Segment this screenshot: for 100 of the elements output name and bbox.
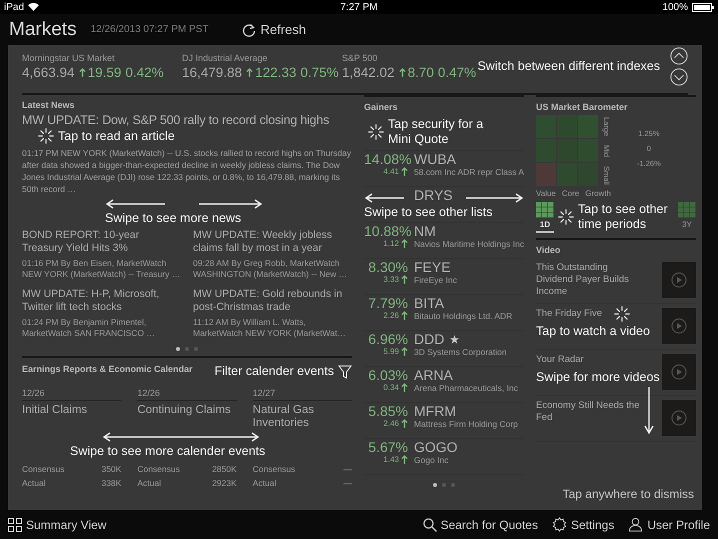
settings-button[interactable]: Settings bbox=[552, 517, 614, 532]
person-icon bbox=[628, 517, 644, 532]
ticker[interactable]: MFRM bbox=[414, 403, 456, 419]
video-title[interactable]: The Friday Five bbox=[536, 308, 602, 320]
hint-text: Swipe to see more news bbox=[105, 211, 242, 226]
video-title[interactable]: Your Radar bbox=[536, 354, 584, 366]
news-headline[interactable]: MW UPDATE: Dow, S&P 500 rally to record closing highs bbox=[22, 113, 352, 127]
consensus-label: Consensus bbox=[22, 464, 65, 474]
ticker[interactable]: NM bbox=[414, 223, 436, 239]
funnel-icon[interactable] bbox=[338, 364, 352, 378]
video-thumbnail[interactable] bbox=[662, 354, 696, 390]
up-arrow-icon bbox=[401, 383, 408, 392]
hint-text: Swipe for more videos bbox=[536, 370, 660, 385]
heatmap-cell[interactable] bbox=[557, 163, 577, 186]
up-arrow-icon bbox=[401, 167, 408, 176]
index-percent: 0.42% bbox=[125, 65, 164, 80]
right-arrow-icon bbox=[466, 193, 524, 203]
index-change: 122.33 bbox=[255, 65, 296, 80]
ticker[interactable]: GOGO bbox=[414, 439, 458, 455]
company-name: Gogo Inc bbox=[414, 455, 450, 465]
gain-change: 5.99 bbox=[383, 347, 399, 356]
style-label: Core bbox=[562, 189, 580, 198]
consensus-value: — bbox=[344, 464, 352, 474]
chevron-up-icon[interactable] bbox=[670, 47, 688, 65]
event-name[interactable]: Natural Gas Inventories bbox=[252, 404, 352, 432]
ticker[interactable]: FEYE bbox=[414, 259, 451, 275]
gain-percent: 6.03% bbox=[367, 367, 408, 383]
event-name[interactable]: Continuing Claims bbox=[137, 404, 237, 432]
news-headline[interactable]: MW UPDATE: Gold rebounds in post-Christmas trade bbox=[193, 288, 352, 314]
device-name: iPad bbox=[4, 2, 24, 12]
section-title: Earnings Reports & Economic Calendar bbox=[22, 364, 193, 374]
heatmap-cell[interactable] bbox=[536, 139, 556, 162]
video-thumbnail[interactable] bbox=[662, 262, 696, 298]
event-date: 12/26 bbox=[22, 386, 122, 401]
sparkle-icon bbox=[368, 124, 384, 140]
gain-change: 3.33 bbox=[383, 275, 399, 284]
gain-percent: 5.67% bbox=[367, 439, 408, 455]
search-button[interactable]: Search for Quotes bbox=[422, 517, 538, 532]
battery-icon bbox=[692, 2, 714, 12]
index-value: 4,663.94 bbox=[22, 65, 75, 80]
company-name: FireEye Inc bbox=[414, 275, 457, 285]
up-arrow-icon bbox=[401, 455, 408, 464]
actual-value: 2923K bbox=[212, 478, 237, 488]
event-name[interactable]: Initial Claims bbox=[22, 404, 122, 432]
summary-view-button[interactable]: Summary View bbox=[8, 518, 106, 532]
news-byline: 09:28 AM By Greg Robb, MarketWatch bbox=[193, 258, 341, 269]
video-thumbnail[interactable] bbox=[662, 308, 696, 344]
actual-label: Actual bbox=[252, 478, 276, 488]
news-summary: 01:17 PM NEW YORK (MarketWatch) -- U.S. stocks rallied to record highs on Thursday after data showed a bigger-than-expected decline in weekly jobless claims. The Dow Jones Industrial Average (DJI) rose 122.33 points, or 0.8%, to 16,479.88, marking its 50th record … bbox=[22, 147, 352, 195]
period-tab[interactable]: 3Y bbox=[678, 202, 696, 233]
up-arrow-icon bbox=[246, 68, 254, 77]
company-name: Arena Pharmaceuticals, Inc bbox=[414, 383, 518, 393]
page-dot[interactable] bbox=[433, 483, 437, 487]
hint-text: Switch between different indexes bbox=[477, 59, 660, 74]
page-dot[interactable] bbox=[176, 347, 180, 351]
app-title: Markets bbox=[9, 18, 77, 40]
gain-change: 2.46 bbox=[383, 419, 399, 428]
heatmap-cell[interactable] bbox=[557, 115, 577, 138]
actual-value: — bbox=[344, 478, 352, 488]
gain-change: 2.26 bbox=[383, 311, 399, 320]
heatmap-cell[interactable] bbox=[578, 139, 598, 162]
refresh-button[interactable]: Refresh bbox=[242, 22, 306, 37]
period-tab[interactable]: 1D bbox=[536, 202, 554, 233]
section-title: Latest News bbox=[22, 100, 75, 110]
up-arrow-icon bbox=[401, 239, 408, 248]
company-name: 3D Systems Corporation bbox=[414, 347, 507, 357]
heatmap-cell[interactable] bbox=[578, 115, 598, 138]
gain-change: 4.41 bbox=[383, 167, 399, 176]
up-arrow-icon bbox=[401, 311, 408, 320]
ticker[interactable]: DDD bbox=[414, 331, 444, 347]
section-title: US Market Barometer bbox=[536, 102, 628, 112]
right-arrow-icon bbox=[199, 199, 263, 209]
section-title: Gainers bbox=[364, 102, 398, 112]
gain-percent: 5.85% bbox=[367, 403, 408, 419]
news-headline[interactable]: BOND REPORT: 10-year Treasury Yield Hits 3% bbox=[22, 229, 181, 255]
news-snippet: NEW YORK (MarketWatch) -- Treasury … bbox=[22, 269, 181, 280]
sparkle-icon bbox=[614, 306, 630, 322]
up-arrow-icon bbox=[401, 419, 408, 428]
ticker[interactable]: BITA bbox=[414, 295, 444, 311]
video-title[interactable]: This Outstanding Dividend Payer Builds Income bbox=[536, 262, 644, 298]
consensus-label: Consensus bbox=[137, 464, 180, 474]
event-date: 12/26 bbox=[137, 386, 237, 401]
ticker[interactable]: WUBA bbox=[414, 151, 456, 167]
heatmap-cell[interactable] bbox=[557, 139, 577, 162]
up-arrow-icon bbox=[401, 347, 408, 356]
news-headline[interactable]: MW UPDATE: Weekly jobless claims fall by most in a year bbox=[193, 229, 352, 255]
video-thumbnail[interactable] bbox=[662, 400, 696, 436]
consensus-label: Consensus bbox=[252, 464, 296, 474]
timestamp: 12/26/2013 07:27 PM PST bbox=[90, 24, 208, 35]
news-snippet: MarketWatch SAN FRANCISCO … bbox=[22, 328, 156, 339]
ticker[interactable]: DRYS bbox=[414, 187, 453, 203]
index-percent: 0.47% bbox=[438, 65, 476, 80]
news-headline[interactable]: MW UPDATE: H-P, Microsoft, Twitter lift tech stocks bbox=[22, 288, 181, 314]
company-name: Bitauto Holdings Ltd. ADR bbox=[414, 311, 512, 321]
video-title[interactable]: Economy Still Needs the Fed bbox=[536, 400, 644, 424]
event-date: 12/27 bbox=[252, 386, 352, 401]
chevron-down-icon[interactable] bbox=[670, 68, 688, 86]
ticker[interactable]: ARNA bbox=[414, 367, 453, 383]
heatmap-cell[interactable] bbox=[536, 163, 556, 186]
profile-button[interactable]: User Profile bbox=[628, 517, 710, 532]
